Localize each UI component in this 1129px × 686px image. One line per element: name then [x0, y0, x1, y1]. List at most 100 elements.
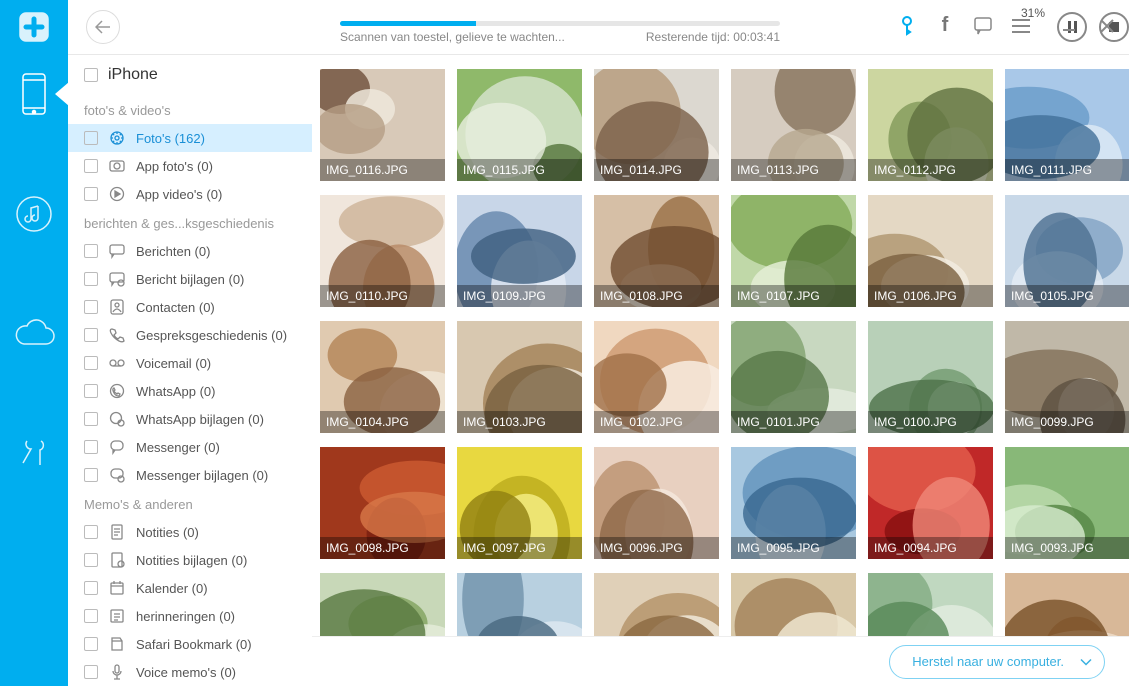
thumbnail[interactable]: IMG_0098.JPG — [320, 447, 445, 559]
close-button[interactable] — [1097, 18, 1117, 34]
recover-button[interactable]: Herstel naar uw computer. — [889, 645, 1105, 679]
calendar-icon — [108, 579, 126, 597]
checkbox[interactable] — [84, 131, 98, 145]
thumbnail[interactable]: IMG_0112.JPG — [868, 69, 993, 181]
thumbnail[interactable]: IMG_0092.JPG — [320, 573, 445, 636]
tree-item-voicemail[interactable]: Voicemail (0) — [68, 349, 312, 377]
thumbnail[interactable]: IMG_0088.JPG — [868, 573, 993, 636]
section-media: foto's & video's — [68, 95, 312, 124]
device-name: iPhone — [108, 66, 158, 84]
checkbox[interactable] — [84, 384, 98, 398]
thumbnail[interactable]: IMG_0096.JPG — [594, 447, 719, 559]
tree-item-app_videos[interactable]: App video's (0) — [68, 180, 312, 208]
notes-icon — [108, 523, 126, 541]
thumbnail[interactable]: IMG_0091.JPG — [457, 573, 582, 636]
tree-item-notes[interactable]: Notities (0) — [68, 518, 312, 546]
tree-label: Notities bijlagen (0) — [136, 553, 247, 568]
thumbnail[interactable]: IMG_0110.JPG — [320, 195, 445, 307]
tree-item-whatsapp[interactable]: WhatsApp (0) — [68, 377, 312, 405]
key-icon[interactable] — [897, 16, 917, 36]
thumbnail[interactable]: IMG_0104.JPG — [320, 321, 445, 433]
menu-icon[interactable] — [1011, 19, 1031, 33]
checkbox[interactable] — [84, 159, 98, 173]
thumbnail[interactable]: IMG_0111.JPG — [1005, 69, 1129, 181]
thumbnail[interactable]: IMG_0102.JPG — [594, 321, 719, 433]
tree-label: Messenger bijlagen (0) — [136, 468, 268, 483]
tree-item-app_photos[interactable]: App foto's (0) — [68, 152, 312, 180]
thumbnail[interactable]: IMG_0089.JPG — [731, 573, 856, 636]
thumbnail[interactable]: IMG_0105.JPG — [1005, 195, 1129, 307]
whatsapp_att-icon — [108, 410, 126, 428]
checkbox[interactable] — [84, 356, 98, 370]
progress-status: Scannen van toestel, gelieve te wachten.… — [340, 30, 565, 44]
tree-item-messages[interactable]: Berichten (0) — [68, 237, 312, 265]
tree-label: App video's (0) — [136, 187, 222, 202]
minimize-button[interactable] — [1059, 18, 1079, 34]
thumbnail[interactable]: IMG_0090.JPG — [594, 573, 719, 636]
back-button[interactable] — [86, 10, 120, 44]
tree-item-msg_attach[interactable]: Bericht bijlagen (0) — [68, 265, 312, 293]
checkbox[interactable] — [84, 637, 98, 651]
thumbnail[interactable]: IMG_0093.JPG — [1005, 447, 1129, 559]
tree-item-notes_att[interactable]: Notities bijlagen (0) — [68, 546, 312, 574]
thumbnail[interactable]: IMG_0114.JPG — [594, 69, 719, 181]
tree-item-photos[interactable]: Foto's (162) — [68, 124, 312, 152]
nav-rail — [0, 0, 68, 686]
checkbox[interactable] — [84, 553, 98, 567]
tree-item-safari[interactable]: Safari Bookmark (0) — [68, 630, 312, 658]
rail-device[interactable] — [0, 54, 68, 134]
thumbnail[interactable]: IMG_0106.JPG — [868, 195, 993, 307]
rail-music[interactable] — [0, 174, 68, 254]
section-title: Memo's & anderen — [68, 489, 312, 518]
checkbox[interactable] — [84, 300, 98, 314]
thumbnail[interactable]: IMG_0095.JPG — [731, 447, 856, 559]
thumbnail[interactable]: IMG_0113.JPG — [731, 69, 856, 181]
checkbox[interactable] — [84, 272, 98, 286]
checkbox[interactable] — [84, 412, 98, 426]
checkbox[interactable] — [84, 187, 98, 201]
feedback-icon[interactable] — [973, 17, 993, 35]
thumbnail[interactable]: IMG_0099.JPG — [1005, 321, 1129, 433]
checkbox[interactable] — [84, 525, 98, 539]
tree-label: Notities (0) — [136, 525, 199, 540]
thumbnail[interactable]: IMG_0087.JPG — [1005, 573, 1129, 636]
tree-item-call_hist[interactable]: Gespreksgeschiedenis (0) — [68, 321, 312, 349]
thumbnail[interactable]: IMG_0108.JPG — [594, 195, 719, 307]
thumbnail[interactable]: IMG_0107.JPG — [731, 195, 856, 307]
thumbnail[interactable]: IMG_0109.JPG — [457, 195, 582, 307]
facebook-icon[interactable]: f — [935, 14, 955, 37]
checkbox[interactable] — [84, 468, 98, 482]
tree-item-messenger[interactable]: Messenger (0) — [68, 433, 312, 461]
checkbox[interactable] — [84, 328, 98, 342]
checkbox[interactable] — [84, 665, 98, 679]
thumbnail[interactable]: IMG_0101.JPG — [731, 321, 856, 433]
tree-item-contacts[interactable]: Contacten (0) — [68, 293, 312, 321]
thumbnail-filename: IMG_0110.JPG — [320, 285, 445, 307]
rail-cloud[interactable] — [0, 294, 68, 374]
thumbnail-filename: IMG_0096.JPG — [594, 537, 719, 559]
tree-item-whatsapp_att[interactable]: WhatsApp bijlagen (0) — [68, 405, 312, 433]
device-row[interactable]: iPhone — [68, 55, 312, 95]
device-checkbox[interactable] — [84, 68, 98, 82]
thumbnail[interactable]: IMG_0115.JPG — [457, 69, 582, 181]
tree-item-messenger_att[interactable]: Messenger bijlagen (0) — [68, 461, 312, 489]
thumbnail[interactable]: IMG_0094.JPG — [868, 447, 993, 559]
notes_att-icon — [108, 551, 126, 569]
sidebar: iPhone foto's & video's Foto's (162)App … — [68, 55, 312, 686]
checkbox[interactable] — [84, 440, 98, 454]
thumbnail[interactable]: IMG_0103.JPG — [457, 321, 582, 433]
checkbox[interactable] — [84, 609, 98, 623]
rail-tools[interactable] — [0, 414, 68, 494]
thumbnail-filename: IMG_0101.JPG — [731, 411, 856, 433]
tree-item-reminders[interactable]: herinneringen (0) — [68, 602, 312, 630]
tree-item-calendar[interactable]: Kalender (0) — [68, 574, 312, 602]
tree-label: Messenger (0) — [136, 440, 220, 455]
checkbox[interactable] — [84, 581, 98, 595]
thumbnail[interactable]: IMG_0116.JPG — [320, 69, 445, 181]
thumbnail[interactable]: IMG_0097.JPG — [457, 447, 582, 559]
checkbox[interactable] — [84, 244, 98, 258]
arrow-left-icon — [95, 20, 111, 34]
thumbnail[interactable]: IMG_0100.JPG — [868, 321, 993, 433]
voicemail-icon — [108, 354, 126, 372]
tree-item-voice_memos[interactable]: Voice memo's (0) — [68, 658, 312, 686]
